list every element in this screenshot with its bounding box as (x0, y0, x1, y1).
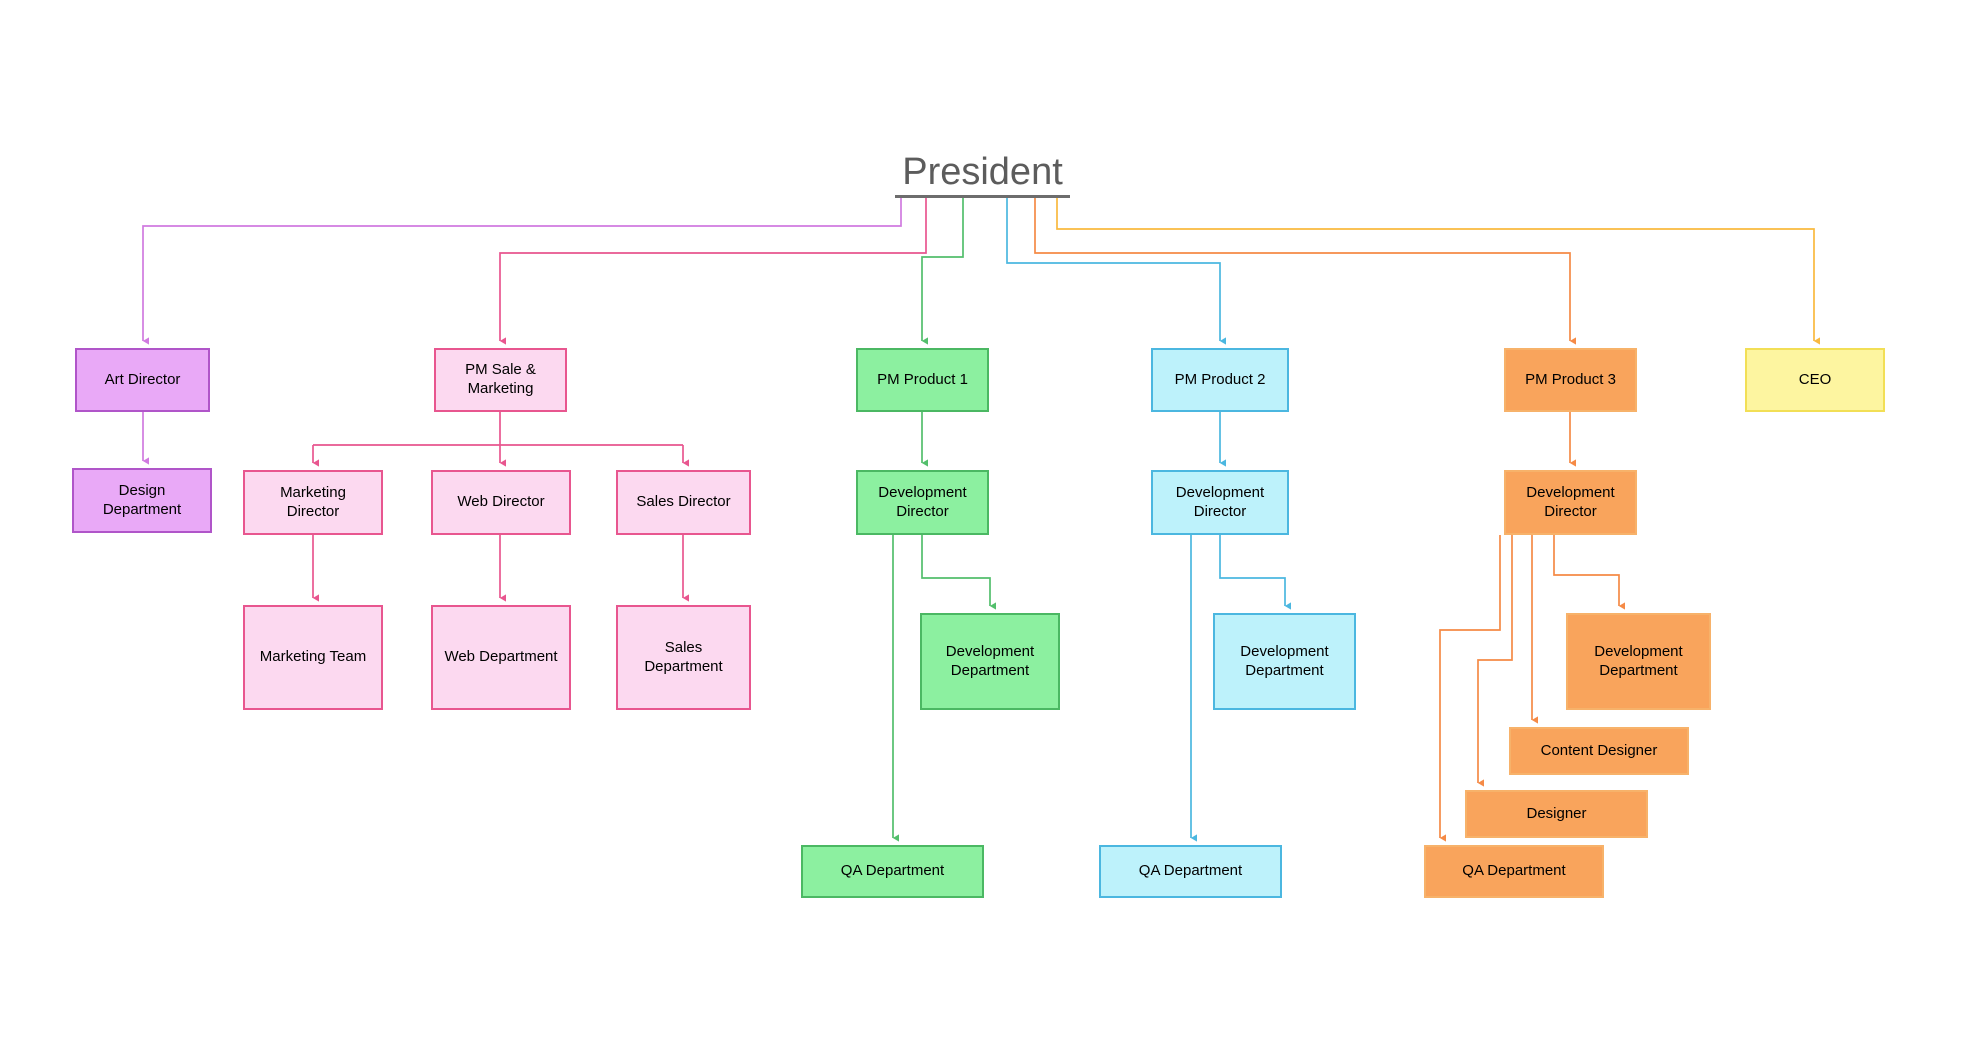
node-label: Development Department (1594, 642, 1683, 679)
node-label: Web Director (457, 493, 545, 511)
edge-president-to-pm-product-1 (921, 198, 964, 345)
node-label: Marketing Director (280, 483, 346, 520)
node-sales-director[interactable]: Sales Director (616, 470, 751, 535)
node-development-director-product-3[interactable]: Development Director (1504, 470, 1637, 535)
node-marketing-team[interactable]: Marketing Team (243, 605, 383, 710)
node-label: Designer (1526, 804, 1587, 822)
node-label: Sales Director (636, 493, 731, 511)
node-label: PM Product 2 (1174, 370, 1266, 388)
edge-dev-director-3-to-dev-department (1553, 535, 1626, 610)
node-art-director[interactable]: Art Director (75, 348, 210, 412)
node-label: CEO (1798, 370, 1832, 388)
node-label: Development Director (878, 483, 967, 520)
org-chart-canvas: President Art Director Design Department… (0, 0, 1976, 1050)
node-marketing-director[interactable]: Marketing Director (243, 470, 383, 535)
node-label: QA Department (1138, 862, 1243, 880)
node-label: Development Director (1175, 483, 1265, 520)
node-web-department[interactable]: Web Department (431, 605, 571, 710)
edge-president-to-pm-sale-marketing (499, 198, 927, 345)
node-label: PM Product 3 (1525, 370, 1616, 388)
edge-president-to-art-director (142, 198, 902, 345)
root-title-label: President (902, 151, 1063, 193)
node-sales-department[interactable]: Sales Department (616, 605, 751, 710)
node-pm-product-3[interactable]: PM Product 3 (1504, 348, 1637, 412)
node-label: Art Director (104, 370, 181, 388)
node-label: Development Department (1240, 642, 1329, 679)
node-label: Content Designer (1540, 741, 1658, 759)
node-label: Sales Department (644, 638, 723, 675)
node-qa-department-product-2[interactable]: QA Department (1099, 845, 1282, 898)
node-development-department-product-2[interactable]: Development Department (1213, 613, 1356, 710)
edge-pm-sale-bus (313, 412, 683, 446)
node-pm-sale-marketing[interactable]: PM Sale & Marketing (434, 348, 567, 412)
edge-dev-director-1-to-dev-department (921, 535, 997, 610)
node-web-director[interactable]: Web Director (431, 470, 571, 535)
node-label: PM Sale & Marketing (465, 361, 536, 397)
node-label: QA Department (840, 862, 945, 880)
node-label: Development Director (1526, 483, 1615, 520)
node-development-department-product-3[interactable]: Development Department (1566, 613, 1711, 710)
node-qa-department-product-3[interactable]: QA Department (1424, 845, 1604, 898)
node-label: Marketing Team (259, 648, 367, 666)
node-qa-department-product-1[interactable]: QA Department (801, 845, 984, 898)
edge-dev-director-3-to-designer (1477, 535, 1513, 787)
edge-dev-director-2-to-dev-department (1219, 535, 1292, 610)
node-development-department-product-1[interactable]: Development Department (920, 613, 1060, 710)
node-label: PM Product 1 (877, 370, 968, 388)
node-label: Development Department (945, 642, 1035, 679)
root-underline (895, 195, 1070, 198)
node-designer[interactable]: Designer (1465, 790, 1648, 838)
node-pm-product-2[interactable]: PM Product 2 (1151, 348, 1289, 412)
edge-president-to-ceo (1056, 198, 1821, 345)
node-ceo[interactable]: CEO (1745, 348, 1885, 412)
node-label: QA Department (1462, 862, 1566, 880)
root-node-president[interactable]: President (895, 148, 1070, 198)
node-development-director-product-1[interactable]: Development Director (856, 470, 989, 535)
node-development-director-product-2[interactable]: Development Director (1151, 470, 1289, 535)
edge-president-to-pm-product-3 (1034, 198, 1577, 345)
node-content-designer[interactable]: Content Designer (1509, 727, 1689, 775)
edge-president-to-pm-product-2 (1006, 198, 1227, 345)
node-design-department[interactable]: Design Department (72, 468, 212, 533)
node-pm-product-1[interactable]: PM Product 1 (856, 348, 989, 412)
node-label: Design Department (102, 481, 182, 518)
node-label: Web Department (444, 648, 558, 666)
